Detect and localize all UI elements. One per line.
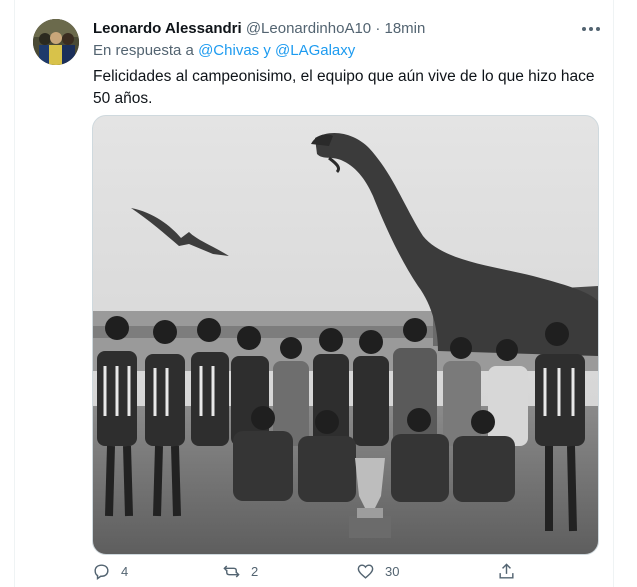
mention-lagalaxy[interactable]: @LAGalaxy — [275, 42, 355, 59]
avatar[interactable] — [33, 19, 79, 65]
reply-count: 4 — [121, 564, 129, 579]
more-horizontal-icon-dot — [595, 27, 600, 31]
retweet-icon — [223, 565, 240, 578]
retweet-button[interactable]: 2 — [222, 562, 258, 581]
reply-button[interactable]: 4 — [92, 562, 128, 581]
tweet[interactable]: Leonardo Alessandri @LeonardinhoA10 · 18… — [0, 0, 637, 587]
share-button[interactable] — [497, 562, 526, 581]
tweet-header: Leonardo Alessandri @LeonardinhoA10 · 18… — [93, 20, 425, 38]
tweet-actions: 4 2 30 — [0, 562, 637, 587]
reply-prefix: En respuesta a — [93, 42, 194, 59]
reply-context: En respuesta a @Chivas y @LAGalaxy — [93, 42, 355, 60]
author-handle[interactable]: @LeonardinhoA10 — [246, 20, 371, 37]
tweet-text: Felicidades al campeonisimo, el equipo q… — [93, 68, 595, 107]
more-horizontal-icon — [581, 27, 586, 31]
like-button[interactable]: 30 — [356, 562, 399, 581]
mention-conjunction[interactable]: y — [263, 42, 271, 59]
avatar-image — [33, 19, 79, 65]
separator-dot: · — [375, 20, 381, 37]
reply-icon — [94, 564, 109, 581]
more-options-button[interactable] — [580, 18, 606, 38]
photo-image — [93, 116, 598, 554]
tweet-photo[interactable] — [92, 115, 599, 555]
heart-icon — [357, 564, 374, 579]
more-horizontal-icon-dot — [588, 27, 593, 31]
share-icon — [499, 563, 514, 579]
mention-chivas[interactable]: @Chivas — [198, 42, 259, 59]
retweet-count: 2 — [251, 564, 259, 579]
tweet-time[interactable]: 18min — [385, 20, 426, 37]
like-count: 30 — [385, 564, 400, 579]
author-name[interactable]: Leonardo Alessandri — [93, 20, 242, 37]
